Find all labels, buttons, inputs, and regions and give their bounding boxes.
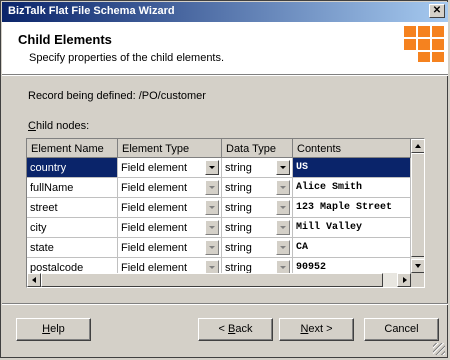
chevron-down-icon[interactable] (276, 180, 290, 195)
scroll-up-button[interactable] (411, 139, 424, 153)
wizard-window: BizTalk Flat File Schema Wizard ✕ Child … (0, 0, 448, 358)
element-name-cell[interactable]: city (27, 218, 118, 238)
data-type-select[interactable]: string (222, 178, 293, 198)
data-type-select[interactable]: string (222, 218, 293, 238)
chevron-down-icon[interactable] (276, 200, 290, 215)
horizontal-scrollbar[interactable] (27, 273, 411, 287)
scroll-right-button[interactable] (397, 273, 411, 287)
table-row[interactable]: fullName Field element string Alice Smit… (27, 178, 411, 198)
next-button[interactable]: Next > (279, 318, 354, 341)
table-row[interactable]: street Field element string 123 Maple St… (27, 198, 411, 218)
chevron-down-icon[interactable] (205, 220, 219, 235)
record-being-defined: Record being defined: /PO/customer (28, 90, 206, 102)
element-type-select[interactable]: Field element (118, 238, 222, 258)
arrow-right-icon (403, 277, 407, 283)
vertical-scrollbar[interactable] (411, 139, 424, 273)
element-type-select[interactable]: Field element (118, 198, 222, 218)
header-divider (2, 74, 448, 76)
data-type-select[interactable]: string (222, 158, 293, 178)
resize-grip-icon[interactable] (433, 343, 445, 355)
title-bar: BizTalk Flat File Schema Wizard ✕ (2, 2, 448, 22)
chevron-down-icon[interactable] (205, 180, 219, 195)
close-button[interactable]: ✕ (429, 4, 445, 18)
table-row[interactable]: city Field element string Mill Valley (27, 218, 411, 238)
contents-cell: Alice Smith (293, 178, 411, 198)
chevron-down-icon[interactable] (205, 200, 219, 215)
table-row[interactable]: country Field element string US (27, 158, 411, 178)
chevron-down-icon[interactable] (276, 160, 290, 175)
scroll-left-button[interactable] (27, 273, 41, 287)
element-name-cell[interactable]: state (27, 238, 118, 258)
column-header-element-type[interactable]: Element Type (118, 139, 222, 158)
contents-cell: Mill Valley (293, 218, 411, 238)
element-name-cell[interactable]: country (27, 158, 118, 178)
element-type-select[interactable]: Field element (118, 158, 222, 178)
column-header-data-type[interactable]: Data Type (222, 139, 293, 158)
scroll-down-button[interactable] (411, 259, 424, 273)
record-label: Record being defined: (28, 90, 136, 102)
chevron-down-icon[interactable] (276, 220, 290, 235)
data-type-select[interactable]: string (222, 198, 293, 218)
element-name-cell[interactable]: street (27, 198, 118, 218)
column-header-element-name[interactable]: Element Name (27, 139, 118, 158)
element-type-select[interactable]: Field element (118, 178, 222, 198)
arrow-left-icon (32, 277, 36, 283)
child-nodes-label: Child nodes: (28, 120, 90, 132)
page-subtitle: Specify properties of the child elements… (29, 52, 225, 64)
scrollbar-corner (411, 273, 424, 287)
vertical-scroll-thumb[interactable] (411, 153, 424, 257)
wizard-header: Child Elements Specify properties of the… (2, 22, 448, 74)
close-icon: ✕ (432, 5, 442, 16)
chevron-down-icon[interactable] (276, 240, 290, 255)
element-type-select[interactable]: Field element (118, 218, 222, 238)
record-path: /PO/customer (138, 90, 206, 102)
biztalk-logo-icon (404, 26, 444, 62)
page-title: Child Elements (18, 32, 112, 47)
contents-cell: US (293, 158, 411, 178)
chevron-down-icon[interactable] (205, 240, 219, 255)
window-title: BizTalk Flat File Schema Wizard (8, 5, 175, 17)
child-nodes-grid[interactable]: Element Name Element Type Data Type Cont… (26, 138, 425, 288)
cancel-button[interactable]: Cancel (364, 318, 439, 341)
table-row[interactable]: state Field element string CA (27, 238, 411, 258)
column-header-contents[interactable]: Contents (293, 139, 411, 158)
arrow-up-icon (415, 144, 421, 148)
back-button[interactable]: < Back (198, 318, 273, 341)
element-name-cell[interactable]: fullName (27, 178, 118, 198)
footer-divider (2, 303, 448, 305)
help-button[interactable]: Help (16, 318, 91, 341)
arrow-down-icon (415, 264, 421, 268)
contents-cell: CA (293, 238, 411, 258)
horizontal-scroll-thumb[interactable] (41, 273, 383, 287)
chevron-down-icon[interactable] (205, 160, 219, 175)
data-type-select[interactable]: string (222, 238, 293, 258)
contents-cell: 123 Maple Street (293, 198, 411, 218)
